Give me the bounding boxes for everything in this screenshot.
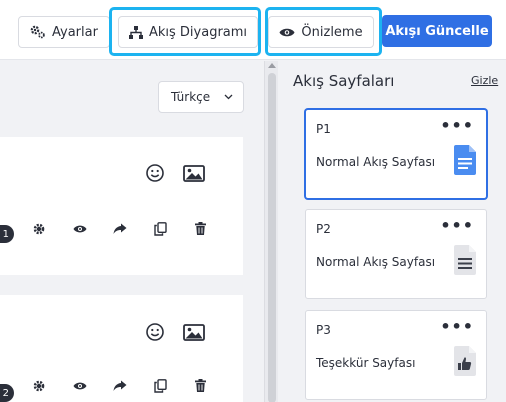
more-options-icon[interactable]: ••• xyxy=(440,216,474,235)
eye-icon[interactable] xyxy=(73,224,87,234)
update-flow-label: Akışı Güncelle xyxy=(385,23,489,39)
language-select-value: Türkçe xyxy=(171,90,211,104)
more-options-icon[interactable]: ••• xyxy=(440,317,474,336)
flow-page-card[interactable]: P3 ••• Teşekkür Sayfası xyxy=(305,310,487,400)
smiley-icon[interactable] xyxy=(146,323,164,341)
share-icon[interactable] xyxy=(113,223,127,235)
copy-icon[interactable] xyxy=(154,379,167,393)
share-icon[interactable] xyxy=(113,380,127,392)
page-id: P3 xyxy=(316,323,331,337)
page-id: P2 xyxy=(316,222,331,236)
preview-button[interactable]: Önizleme xyxy=(268,16,374,48)
smiley-icon[interactable] xyxy=(146,164,164,182)
question-card[interactable] xyxy=(0,137,243,275)
copy-icon[interactable] xyxy=(154,222,167,236)
preview-label: Önizleme xyxy=(301,24,363,40)
page-name: Normal Akış Sayfası xyxy=(316,255,436,269)
panel-title: Akış Sayfaları xyxy=(293,72,395,90)
canvas-scrollbar[interactable] xyxy=(264,61,278,402)
sitemap-icon xyxy=(128,25,143,39)
top-toolbar: Ayarlar Akış Diyagramı Önizleme Akışı Gü… xyxy=(0,0,506,60)
scroll-up-arrow[interactable] xyxy=(268,63,276,68)
hide-panel-link[interactable]: Gizle xyxy=(471,74,498,87)
more-options-icon[interactable]: ••• xyxy=(440,116,474,135)
image-icon[interactable] xyxy=(183,324,205,341)
eye-icon xyxy=(279,28,295,36)
page-name: Normal Akış Sayfası xyxy=(316,155,436,169)
flow-page-card[interactable]: P1 ••• Normal Akış Sayfası xyxy=(305,109,487,199)
chevron-down-icon xyxy=(224,94,233,100)
flow-pages-panel: Akış Sayfaları Gizle P1 ••• Normal Akış … xyxy=(278,61,506,402)
page-id: P1 xyxy=(316,122,331,136)
flow-page-card[interactable]: P2 ••• Normal Akış Sayfası xyxy=(305,209,487,299)
gears-icon xyxy=(30,25,45,39)
trash-icon[interactable] xyxy=(195,379,206,392)
gear-icon[interactable] xyxy=(33,380,45,392)
image-icon[interactable] xyxy=(183,165,205,182)
trash-icon[interactable] xyxy=(195,222,206,235)
scroll-thumb[interactable] xyxy=(268,73,276,402)
document-blue-icon xyxy=(454,145,476,175)
flow-diagram-label: Akış Diyagramı xyxy=(148,24,248,40)
update-flow-button[interactable]: Akışı Güncelle xyxy=(382,15,492,47)
eye-icon[interactable] xyxy=(73,381,87,391)
settings-button[interactable]: Ayarlar xyxy=(18,16,110,48)
page-name: Teşekkür Sayfası xyxy=(316,356,416,370)
settings-label: Ayarlar xyxy=(52,24,98,40)
flow-diagram-button[interactable]: Akış Diyagramı xyxy=(118,16,258,48)
language-select[interactable]: Türkçe xyxy=(158,81,244,113)
document-gray-icon xyxy=(454,245,476,275)
thumbs-up-document-icon xyxy=(454,346,476,376)
gear-icon[interactable] xyxy=(33,223,45,235)
